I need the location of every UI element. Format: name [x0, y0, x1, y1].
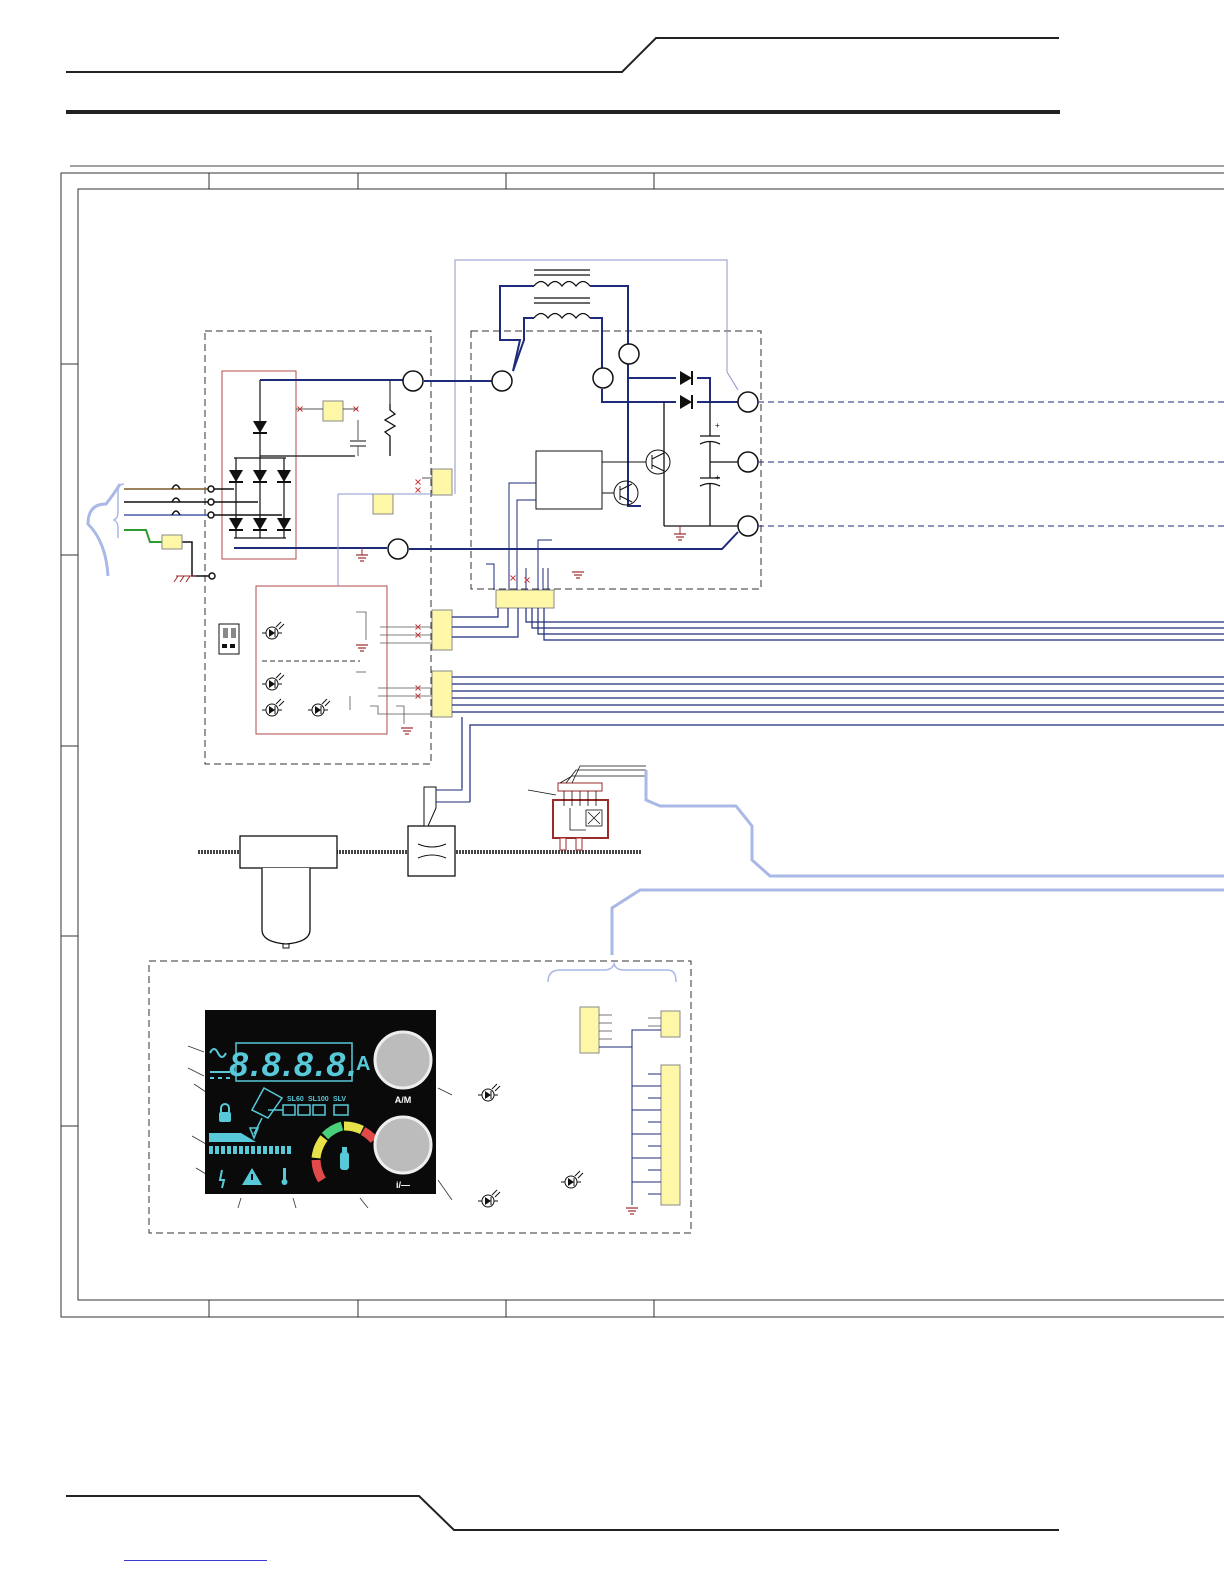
sensor-cable-bundle — [644, 770, 1224, 878]
input-board — [86, 330, 453, 765]
igbt-icon — [602, 449, 671, 506]
diode-icon — [679, 394, 693, 410]
output-terminal-middle — [737, 451, 759, 473]
transformer-primary-terminal — [491, 370, 513, 392]
output-terminal-positive — [737, 391, 759, 413]
capacitor-icon — [350, 440, 366, 447]
dc-bus-plus-terminal — [402, 370, 424, 392]
connector-j2 — [431, 670, 453, 718]
connector-fan — [431, 468, 453, 496]
amps-unit: A — [356, 1053, 370, 1075]
header-rules — [66, 37, 1224, 167]
resistor-icon — [383, 404, 397, 456]
controller-ic — [535, 450, 603, 510]
knob-amps-label: A/M — [395, 1095, 412, 1105]
gas-solenoid — [423, 786, 437, 827]
knob-gas-label: i/— — [396, 1180, 410, 1190]
gas-filter-head — [239, 835, 338, 869]
svg-text:+: + — [715, 421, 720, 430]
relay-connector — [322, 400, 344, 422]
panel-connector-a — [579, 1006, 600, 1054]
led-icon — [477, 1083, 501, 1102]
gas-valve-body — [407, 825, 456, 877]
inverter-board: ++ — [409, 259, 1224, 802]
led-icon — [307, 698, 331, 717]
panel-cable-bundle — [610, 888, 1224, 955]
sl60-label: SL60 — [287, 1096, 304, 1103]
dip-switch — [218, 623, 240, 655]
transformer-secondary-terminal-b — [618, 343, 640, 365]
panel-connector-b — [660, 1010, 681, 1038]
digit-readout: 8.8.8.8. — [229, 1046, 358, 1084]
connector-aux — [372, 493, 394, 515]
lcd-panel: 8.8.8.8. A SL60 SL100 SLV A/M i/— — [205, 1010, 436, 1194]
wiring-diagram: ++ 8.8.8.8. A SL60 SL100 SLV A/M i/— — [60, 37, 1224, 1531]
panel-connector-c — [660, 1064, 681, 1206]
sl100-label: SL100 — [308, 1096, 329, 1103]
connector-j1 — [431, 609, 453, 651]
diode-icon — [679, 370, 693, 386]
knob-amps-control[interactable] — [373, 1030, 433, 1090]
power-cord — [86, 483, 122, 577]
dc-bus-minus-terminal — [387, 538, 409, 560]
led-icon — [261, 672, 285, 691]
main-harness-connector — [495, 589, 555, 609]
capacitor-icon — [663, 402, 738, 527]
led-icon — [560, 1170, 584, 1189]
led-icon — [261, 698, 285, 717]
transformer-secondary-terminal-a — [592, 367, 614, 389]
mains-input — [124, 484, 282, 580]
output-terminal-negative — [737, 515, 759, 537]
chassis-ground-icon — [173, 575, 196, 583]
transformer-icon — [533, 269, 591, 320]
gas-filter-bowl — [261, 868, 311, 945]
led-icon — [477, 1189, 501, 1208]
gas-system — [198, 717, 1224, 949]
slv-label: SLV — [333, 1096, 346, 1103]
led-icon — [261, 621, 285, 640]
svg-text:+: + — [715, 473, 720, 482]
footer-rules — [66, 1495, 1059, 1531]
knob-gas-control[interactable] — [373, 1115, 433, 1175]
page-link[interactable] — [124, 1552, 267, 1561]
pressure-sensor — [552, 799, 609, 839]
